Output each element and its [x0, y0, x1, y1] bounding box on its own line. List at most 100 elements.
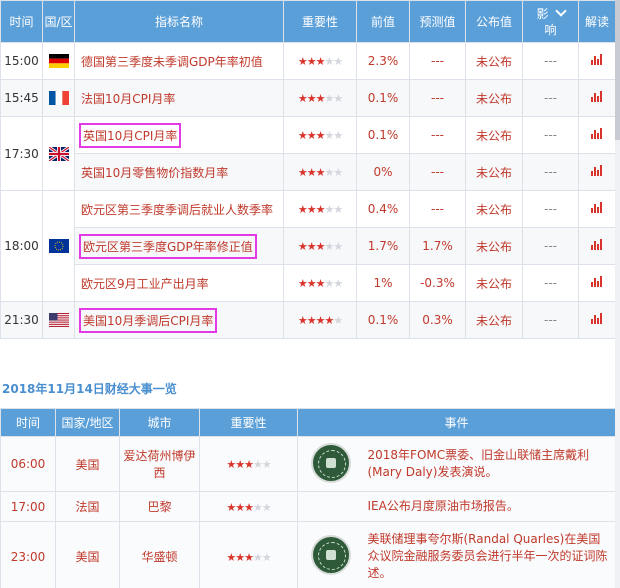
bar-chart-icon[interactable]: [591, 202, 603, 213]
analysis-cell[interactable]: [578, 190, 616, 228]
importance-cell: ★★★★★: [283, 79, 357, 117]
event-row: 06:00 美国 爱达荷州博伊西 ★★★★★ 2018年FOMC票委、旧金山联储主席戴利…: [0, 436, 617, 492]
star-icon: ★: [333, 55, 343, 68]
indicator-name-cell[interactable]: 美国10月季调后CPI月率: [74, 301, 284, 339]
importance-cell: ★★★★★: [283, 116, 357, 154]
indicator-name-link[interactable]: 英国10月零售物价指数月率: [79, 162, 230, 183]
us-flag-icon: [48, 313, 69, 328]
calendar-row: 17:30 英国10月CPI月率 ★★★★★ 0.1% --- 未公布 ---: [0, 116, 616, 191]
indicator-name-link[interactable]: 欧元区第三季度季调后就业人数季率: [79, 199, 275, 220]
star-icon: ★: [297, 277, 308, 290]
analysis-cell[interactable]: [578, 42, 616, 80]
scrollbar-thumb[interactable]: [615, 0, 620, 140]
header-forecast: 预测值: [409, 0, 466, 43]
bar-chart-icon[interactable]: [591, 91, 603, 102]
importance-stars: ★★★★★: [298, 314, 343, 327]
star-icon: ★: [226, 458, 236, 471]
impact-cell: ---: [522, 116, 579, 154]
analysis-cell[interactable]: [578, 301, 616, 339]
star-icon: ★: [235, 500, 245, 514]
uk-flag-icon: [48, 146, 69, 161]
forecast-value-cell: 0.3%: [409, 301, 466, 339]
importance-cell: ★★★★★: [283, 301, 357, 339]
star-icon: ★: [324, 277, 334, 290]
indicator-name-cell[interactable]: 英国10月CPI月率: [74, 116, 284, 154]
indicator-name-cell[interactable]: 欧元区第三季度GDP年率修正值: [74, 227, 284, 265]
time-cell: 21:30: [0, 301, 43, 339]
actual-value-cell: 未公布: [465, 79, 523, 117]
impact-cell: ---: [522, 301, 579, 339]
indicator-name-cell[interactable]: 欧元区9月工业产出月率: [74, 264, 284, 302]
star-icon: ★: [297, 240, 308, 253]
header-impact[interactable]: 影 响: [522, 0, 579, 43]
calendar-row: 欧元区第三季度GDP年率修正值 ★★★★★ 1.7% 1.7% 未公布 ---: [0, 227, 616, 265]
country-flag-cell: [42, 42, 75, 80]
indicator-name-link[interactable]: 法国10月CPI月率: [79, 88, 177, 109]
federal-reserve-seal-icon: [310, 535, 351, 575]
header-indicator: 指标名称: [74, 0, 284, 43]
star-icon: ★: [333, 314, 343, 327]
header-importance: 重要性: [283, 0, 357, 43]
importance-cell: ★★★★★: [283, 42, 357, 80]
chevron-down-icon[interactable]: [554, 4, 567, 17]
header-analysis: 解读: [578, 0, 616, 43]
scrollbar[interactable]: [615, 0, 620, 588]
star-icon: ★: [297, 203, 308, 216]
event-country-cell: 美国: [55, 521, 120, 588]
bar-chart-icon[interactable]: [591, 276, 603, 287]
analysis-cell[interactable]: [578, 227, 616, 265]
eu-flag-icon: [48, 239, 69, 254]
indicator-name-link[interactable]: 美国10月季调后CPI月率: [79, 307, 218, 333]
star-icon: ★: [297, 166, 308, 179]
economic-calendar-table: 时间 国/区 指标名称 重要性 前值 预测值 公布值 影 响 解读 15:00 德…: [0, 0, 616, 339]
event-description-cell: 美联储理事夸尔斯(Randal Quarles)在美国众议院金融服务委员会进行半…: [363, 521, 617, 588]
country-flag-cell: [42, 79, 75, 117]
indicator-name-link[interactable]: 德国第三季度未季调GDP年率初值: [79, 51, 265, 72]
star-icon: ★: [333, 92, 343, 105]
indicator-name-cell[interactable]: 德国第三季度未季调GDP年率初值: [74, 42, 284, 80]
bar-chart-icon[interactable]: [591, 313, 603, 324]
star-icon: ★: [226, 500, 236, 514]
star-icon: ★: [324, 166, 334, 179]
bar-chart-icon[interactable]: [591, 239, 603, 250]
star-icon: ★: [244, 550, 254, 564]
forecast-value-cell: ---: [409, 116, 466, 154]
star-icon: ★: [333, 203, 343, 216]
fr-flag-icon: [48, 91, 69, 106]
star-icon: ★: [324, 314, 334, 327]
previous-value-cell: 2.3%: [356, 42, 410, 80]
star-icon: ★: [226, 550, 236, 564]
bar-chart-icon[interactable]: [591, 128, 603, 139]
star-icon: ★: [235, 550, 245, 564]
actual-value-cell: 未公布: [465, 116, 523, 154]
forecast-value-cell: ---: [409, 190, 466, 228]
star-icon: ★: [261, 458, 272, 471]
star-icon: ★: [261, 500, 272, 514]
event-importance-cell: ★★★★★: [199, 491, 298, 522]
indicator-name-link[interactable]: 欧元区9月工业产出月率: [79, 273, 211, 294]
star-icon: ★: [324, 203, 334, 216]
event-importance-cell: ★★★★★: [199, 436, 298, 492]
analysis-cell[interactable]: [578, 264, 616, 302]
importance-stars: ★★★★★: [297, 55, 343, 68]
indicator-name-cell[interactable]: 欧元区第三季度季调后就业人数季率: [74, 190, 284, 228]
country-flag-cell: [42, 116, 75, 191]
time-cell: 17:30: [0, 116, 43, 191]
indicator-name-cell[interactable]: 英国10月零售物价指数月率: [74, 153, 284, 191]
analysis-cell[interactable]: [578, 79, 616, 117]
calendar-row: 18:00 欧元区第三季度季调后就业人数季率 ★★★★★ 0.4% --- 未公布 ---: [0, 190, 616, 302]
bar-chart-icon[interactable]: [591, 54, 603, 65]
importance-stars: ★★★★★: [226, 550, 271, 564]
forecast-value-cell: 1.7%: [409, 227, 466, 265]
forecast-value-cell: ---: [409, 42, 466, 80]
analysis-cell[interactable]: [578, 153, 616, 191]
star-icon: ★: [324, 129, 334, 142]
star-icon: ★: [297, 55, 308, 68]
bar-chart-icon[interactable]: [591, 165, 603, 176]
indicator-name-link[interactable]: 英国10月CPI月率: [79, 122, 182, 148]
calendar-row: 21:30 美国10月季调后CPI月率 ★★★★★ 0.1% 0.3% 未公布 ---: [0, 301, 616, 339]
analysis-cell[interactable]: [578, 116, 616, 154]
indicator-name-link[interactable]: 欧元区第三季度GDP年率修正值: [79, 233, 257, 259]
indicator-name-cell[interactable]: 法国10月CPI月率: [74, 79, 284, 117]
importance-stars: ★★★★★: [226, 500, 272, 514]
